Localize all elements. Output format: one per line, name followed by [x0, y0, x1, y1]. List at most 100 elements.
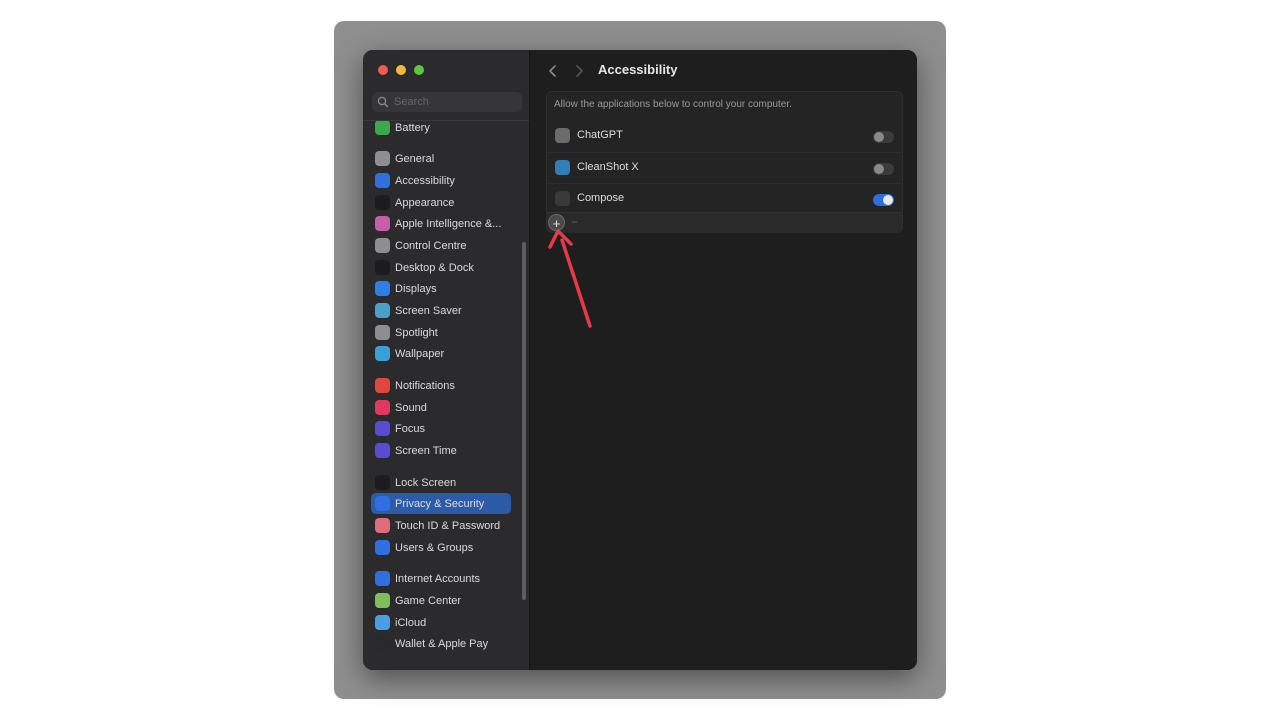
sidebar-item-internet-accounts[interactable]: Internet Accounts: [371, 568, 511, 589]
sidebar-item-apple-intelligence[interactable]: Apple Intelligence &...: [371, 213, 511, 234]
focus-icon: [375, 421, 390, 436]
chevron-right-icon: [576, 65, 583, 77]
chevron-left-icon: [549, 65, 556, 77]
sidebar-item-label: Spotlight: [395, 326, 438, 339]
apple-intelligence-icon: [375, 216, 390, 231]
sidebar-item-battery[interactable]: Battery: [371, 121, 511, 138]
sidebar-item-lock-screen[interactable]: Lock Screen: [371, 472, 511, 493]
add-app-button[interactable]: +: [548, 214, 565, 231]
forward-button[interactable]: [570, 62, 588, 80]
minimize-button[interactable]: [396, 65, 406, 75]
screen-time-icon: [375, 443, 390, 458]
sidebar-item-wallet-apple-pay[interactable]: Wallet & Apple Pay: [371, 633, 511, 654]
sidebar-item-screen-saver[interactable]: Screen Saver: [371, 300, 511, 321]
users-icon: [375, 540, 390, 555]
compose-icon: [555, 191, 570, 206]
sidebar-item-label: Notifications: [395, 379, 455, 392]
sidebar-item-displays[interactable]: Displays: [371, 278, 511, 299]
apps-panel: Allow the applications below to control …: [546, 91, 903, 233]
sidebar-list: VPNBatteryGeneralAccessibilityAppearance…: [363, 121, 521, 670]
displays-icon: [375, 281, 390, 296]
cleanshot-icon: [555, 160, 570, 175]
sidebar-item-label: Screen Time: [395, 444, 457, 457]
main-pane: Accessibility Allow the applications bel…: [530, 50, 917, 670]
sidebar-item-focus[interactable]: Focus: [371, 418, 511, 439]
sound-icon: [375, 400, 390, 415]
back-button[interactable]: [544, 62, 562, 80]
sidebar-item-appearance[interactable]: Appearance: [371, 192, 511, 213]
toggle-knob: [874, 164, 884, 174]
privacy-hand-icon: [375, 496, 390, 511]
app-row: CleanShot X: [547, 152, 902, 183]
sidebar-item-general[interactable]: General: [371, 148, 511, 169]
sidebar-item-label: General: [395, 152, 435, 165]
panel-footer: + −: [547, 212, 902, 233]
sidebar-item-label: Wallpaper: [395, 347, 445, 360]
appearance-icon: [375, 195, 390, 210]
panel-description: Allow the applications below to control …: [554, 99, 792, 110]
sidebar-item-icloud[interactable]: iCloud: [371, 612, 511, 633]
sidebar-item-wallpaper[interactable]: Wallpaper: [371, 343, 511, 364]
sidebar-item-screen-time[interactable]: Screen Time: [371, 440, 511, 461]
search-icon: [376, 95, 390, 109]
toggle-knob: [883, 195, 893, 205]
sidebar-item-label: Appearance: [395, 196, 455, 209]
app-row: ChatGPT: [547, 121, 902, 151]
sidebar-item-label: Control Centre: [395, 239, 467, 252]
game-center-icon: [375, 593, 390, 608]
chatgpt-icon: [555, 128, 570, 143]
sidebar-scrollbar[interactable]: [522, 242, 526, 600]
sidebar-item-label: Lock Screen: [395, 476, 457, 489]
at-sign-icon: [375, 571, 390, 586]
sidebar-item-label: iCloud: [395, 616, 427, 629]
search-input[interactable]: [394, 96, 512, 108]
spotlight-icon: [375, 325, 390, 340]
sidebar-item-label: Game Center: [395, 594, 462, 607]
sidebar-item-label: Focus: [395, 422, 425, 435]
sidebar-item-users-groups[interactable]: Users & Groups: [371, 537, 511, 558]
app-name: Compose: [577, 192, 625, 204]
sidebar-item-privacy-security[interactable]: Privacy & Security: [371, 493, 511, 514]
close-button[interactable]: [378, 65, 388, 75]
search-field[interactable]: [372, 92, 522, 112]
sidebar: VPNBatteryGeneralAccessibilityAppearance…: [363, 50, 530, 670]
system-settings-window: VPNBatteryGeneralAccessibilityAppearance…: [363, 50, 917, 670]
sidebar-item-accessibility[interactable]: Accessibility: [371, 170, 511, 191]
app-row: Compose: [547, 183, 902, 214]
lock-icon: [375, 475, 390, 490]
sidebar-item-label: Desktop & Dock: [395, 261, 474, 274]
sidebar-item-label: Touch ID & Password: [395, 519, 501, 532]
sidebar-item-touch-id-password[interactable]: Touch ID & Password: [371, 515, 511, 536]
traffic-lights: [378, 65, 424, 75]
app-access-toggle[interactable]: [873, 131, 894, 143]
screen-saver-icon: [375, 303, 390, 318]
app-access-toggle[interactable]: [873, 194, 894, 206]
sidebar-item-desktop-dock[interactable]: Desktop & Dock: [371, 257, 511, 278]
sidebar-item-notifications[interactable]: Notifications: [371, 375, 511, 396]
icloud-icon: [375, 615, 390, 630]
sidebar-item-label: Internet Accounts: [395, 572, 480, 585]
dock-icon: [375, 260, 390, 275]
page-title: Accessibility: [598, 62, 678, 77]
sidebar-item-label: Apple Intelligence &...: [395, 217, 502, 230]
notifications-icon: [375, 378, 390, 393]
gear-icon: [375, 151, 390, 166]
sidebar-item-label: Wallet & Apple Pay: [395, 637, 489, 650]
zoom-button[interactable]: [414, 65, 424, 75]
sidebar-item-label: Battery: [395, 121, 430, 134]
sidebar-item-spotlight[interactable]: Spotlight: [371, 322, 511, 343]
wallpaper-icon: [375, 346, 390, 361]
toggle-knob: [874, 132, 884, 142]
remove-app-button[interactable]: −: [571, 214, 578, 231]
sidebar-item-label: Privacy & Security: [395, 497, 485, 510]
app-access-toggle[interactable]: [873, 163, 894, 175]
sidebar-item-label: Screen Saver: [395, 304, 462, 317]
sidebar-item-control-centre[interactable]: Control Centre: [371, 235, 511, 256]
control-centre-icon: [375, 238, 390, 253]
sidebar-item-label: Displays: [395, 282, 437, 295]
sidebar-item-sound[interactable]: Sound: [371, 397, 511, 418]
fingerprint-icon: [375, 518, 390, 533]
sidebar-item-game-center[interactable]: Game Center: [371, 590, 511, 611]
battery-icon: [375, 121, 390, 135]
wallet-icon: [375, 636, 390, 651]
